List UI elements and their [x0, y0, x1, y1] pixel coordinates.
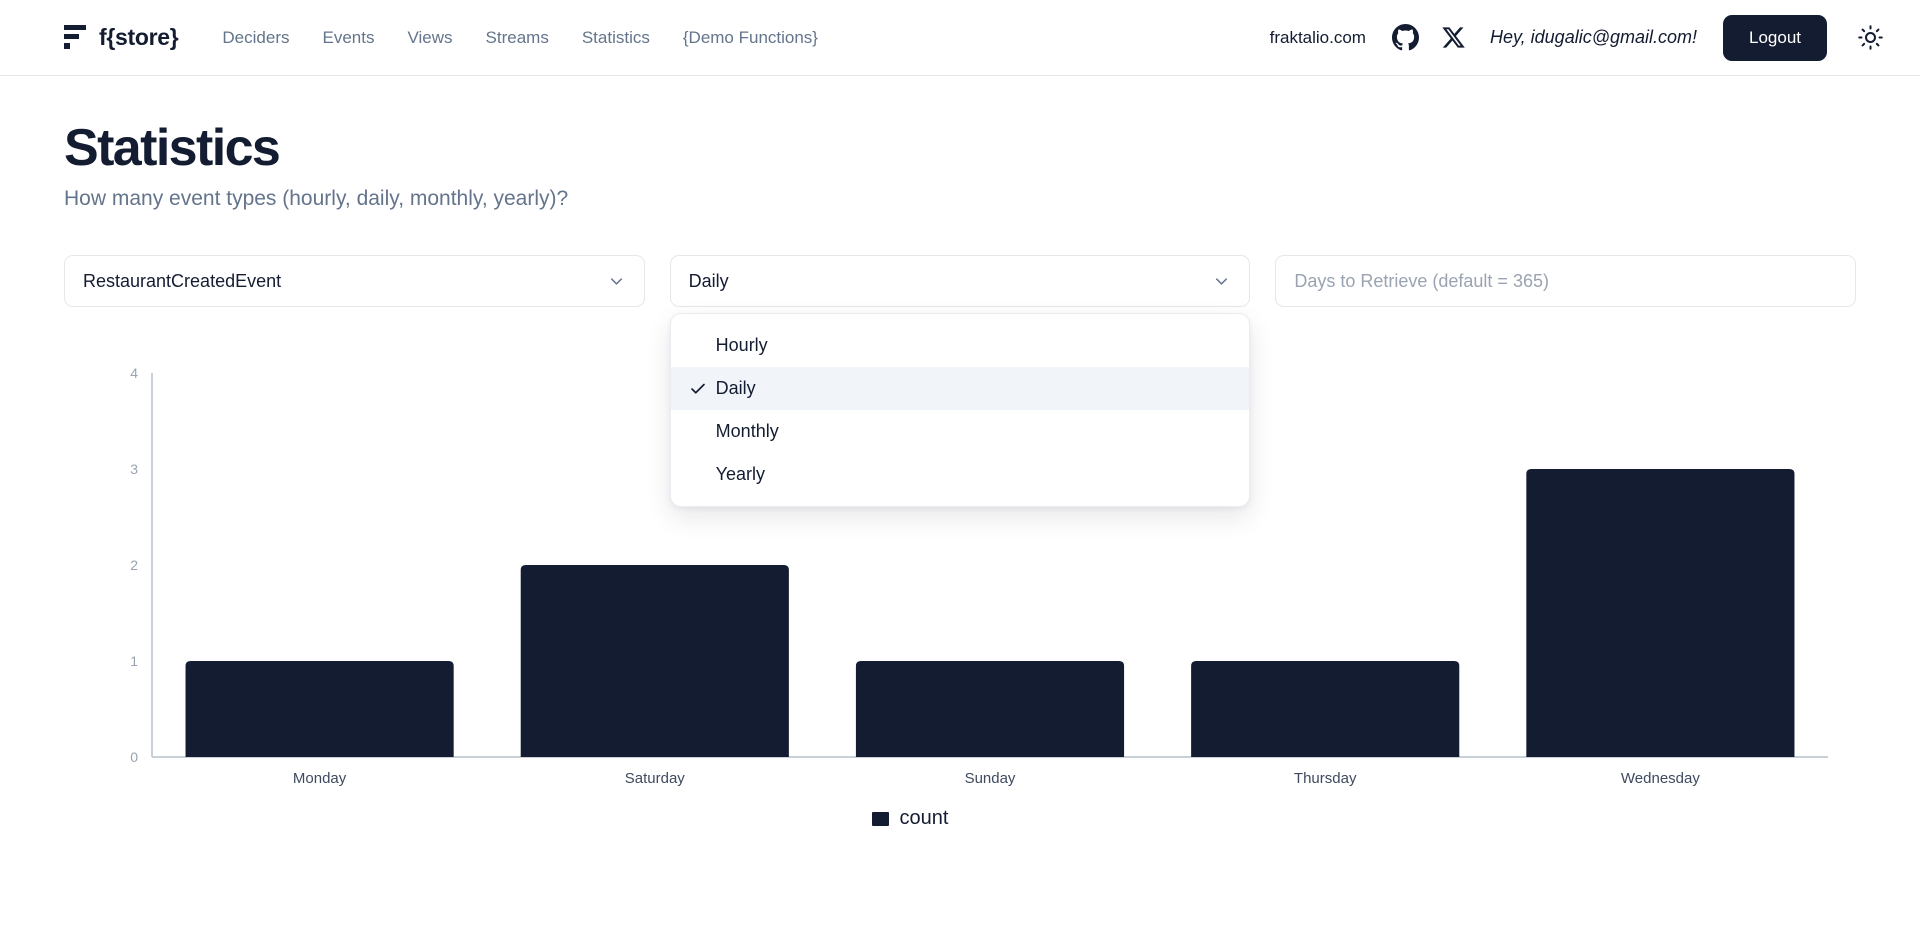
- x-tick-label: Wednesday: [1621, 770, 1700, 787]
- chart-bar[interactable]: [185, 661, 454, 758]
- granularity-select[interactable]: Daily: [669, 255, 1251, 308]
- check-icon: [689, 466, 716, 484]
- check-icon: [689, 337, 716, 355]
- legend-label-count: count: [899, 807, 949, 830]
- y-tick-label: 2: [130, 557, 138, 573]
- granularity-option-label: Hourly: [715, 335, 768, 356]
- sun-icon[interactable]: [1857, 24, 1884, 51]
- granularity-option-yearly[interactable]: Yearly: [671, 453, 1250, 496]
- x-twitter-icon[interactable]: [1441, 25, 1466, 50]
- check-icon: [689, 423, 716, 441]
- page-content: Statistics How many event types (hourly,…: [0, 76, 1920, 857]
- chevron-down-icon: [1212, 272, 1231, 291]
- event-type-field: RestaurantCreatedEvent: [64, 255, 645, 308]
- page-subtitle: How many event types (hourly, daily, mon…: [64, 187, 569, 211]
- chart-legend: count: [0, 807, 1856, 830]
- github-icon[interactable]: [1391, 24, 1419, 51]
- y-tick-label: 4: [130, 365, 138, 381]
- y-tick-label: 3: [130, 461, 138, 477]
- nav-item-demo-functions[interactable]: {Demo Functions}: [683, 28, 818, 48]
- granularity-option-label: Yearly: [715, 464, 766, 485]
- days-to-retrieve-field: [1275, 255, 1857, 308]
- granularity-option-daily[interactable]: Daily: [670, 367, 1250, 411]
- granularity-value: Daily: [688, 270, 729, 291]
- x-tick-label: Thursday: [1294, 770, 1357, 787]
- event-type-select[interactable]: RestaurantCreatedEvent: [64, 255, 645, 308]
- main-nav: Deciders Events Views Streams Statistics…: [222, 28, 818, 48]
- granularity-option-hourly[interactable]: Hourly: [671, 324, 1250, 367]
- page-title: Statistics: [64, 119, 281, 177]
- chevron-down-icon: [607, 272, 626, 291]
- days-to-retrieve-input[interactable]: [1275, 255, 1857, 308]
- y-tick-label: 0: [130, 749, 138, 765]
- nav-item-statistics[interactable]: Statistics: [582, 28, 650, 48]
- nav-item-views[interactable]: Views: [407, 28, 452, 48]
- x-tick-label: Sunday: [965, 770, 1016, 787]
- chart-bar[interactable]: [520, 565, 789, 758]
- fstore-logo-icon: [64, 23, 86, 53]
- chart-bar[interactable]: [1526, 469, 1795, 758]
- logout-button[interactable]: Logout: [1723, 14, 1827, 61]
- nav-item-events[interactable]: Events: [323, 28, 375, 48]
- app-header: f{store} Deciders Events Views Streams S…: [0, 0, 1920, 76]
- y-tick-label: 1: [130, 653, 138, 669]
- header-actions: fraktalio.com Hey, idugalic@gmail.com! L…: [1270, 14, 1884, 61]
- granularity-option-monthly[interactable]: Monthly: [671, 410, 1250, 453]
- granularity-option-label: Monthly: [715, 421, 779, 442]
- nav-item-deciders[interactable]: Deciders: [222, 28, 289, 48]
- nav-item-streams[interactable]: Streams: [486, 28, 549, 48]
- x-tick-label: Monday: [293, 770, 347, 787]
- granularity-dropdown-menu: Hourly Daily Monthly Yearly: [669, 313, 1251, 508]
- brand-logo-link[interactable]: f{store}: [64, 23, 179, 53]
- x-tick-label: Saturday: [625, 770, 686, 787]
- user-greeting: Hey, idugalic@gmail.com!: [1489, 27, 1697, 47]
- check-icon: [689, 380, 716, 398]
- granularity-field: Daily Hourly Daily Monthly Yearly: [669, 255, 1251, 508]
- granularity-option-label: Daily: [715, 378, 756, 399]
- event-type-value: RestaurantCreatedEvent: [83, 270, 282, 291]
- site-link[interactable]: fraktalio.com: [1270, 28, 1366, 48]
- chart-bar[interactable]: [1191, 661, 1460, 758]
- filters-row: RestaurantCreatedEvent Daily Hourly Dail…: [64, 255, 1857, 508]
- brand-name: f{store}: [99, 24, 179, 50]
- legend-swatch-count: [871, 811, 889, 826]
- chart-bar[interactable]: [855, 661, 1125, 758]
